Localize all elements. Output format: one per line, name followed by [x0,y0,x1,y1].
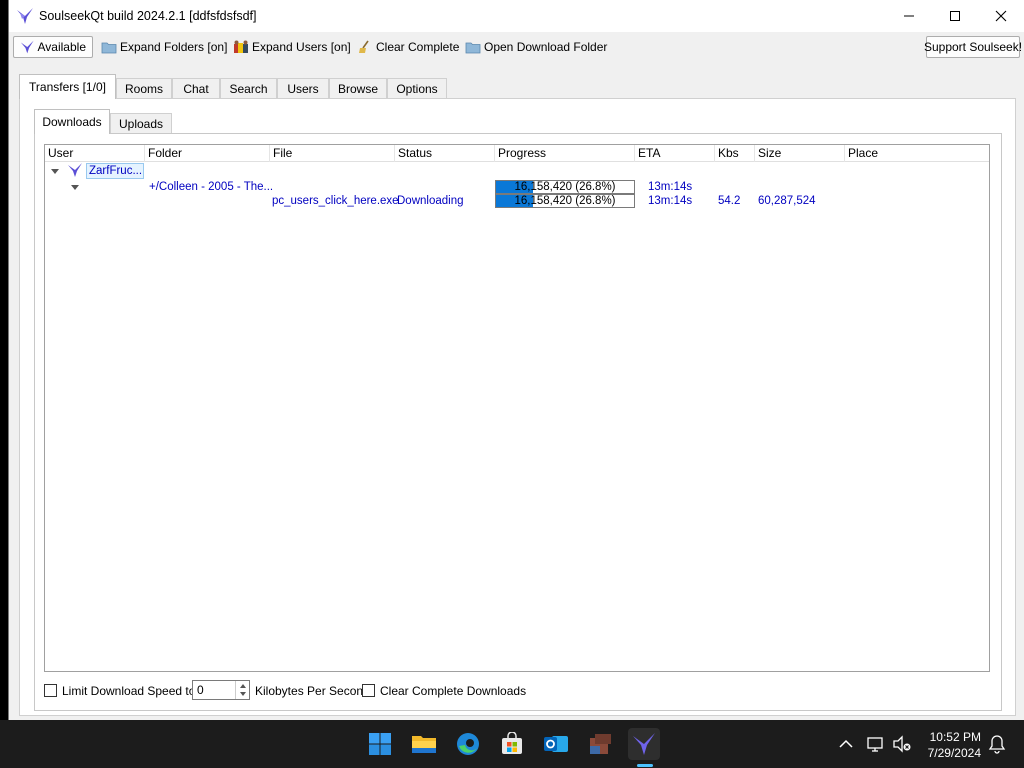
maximize-button[interactable] [932,0,978,32]
available-status-button[interactable]: Available [13,36,93,58]
clear-complete-downloads-label: Clear Complete Downloads [380,684,527,698]
column-folder[interactable]: Folder [145,145,270,162]
clock-time: 10:52 PM [929,730,981,744]
limit-download-speed-label: Limit Download Speed to [62,684,196,698]
clear-complete-label: Clear Complete [376,40,460,54]
file-status: Downloading [397,195,464,207]
column-eta[interactable]: ETA [635,145,715,162]
network-icon[interactable] [866,734,886,754]
start-button[interactable] [364,728,396,760]
folder-icon [101,42,117,54]
store-bag-icon [502,732,522,754]
download-speed-value: 0 [197,683,204,697]
user-name: ZarfFruc... [89,165,143,177]
folder-progress-bar: 16,158,420 (26.8%) [495,180,635,194]
column-file[interactable]: File [270,145,395,162]
file-explorer-icon [412,736,436,753]
folder-name: +/Colleen - 2005 - The... [149,181,274,193]
title-bar[interactable]: SoulseekQt build 2024.2.1 [ddfsfdsfsdf] [9,0,1024,32]
taskbar-edge[interactable] [452,728,484,760]
kilobytes-per-second-label: Kilobytes Per Second [255,684,370,698]
minimize-icon [904,15,914,17]
file-kbs: 54.2 [718,195,741,207]
users-icon [234,40,248,53]
expand-folders-label: Expand Folders [on] [120,40,228,54]
minimize-button[interactable] [886,0,932,32]
volume-muted-icon[interactable] [892,734,912,754]
taskbar-file-explorer[interactable] [408,728,440,760]
taskbar-app[interactable] [584,728,616,760]
column-status[interactable]: Status [395,145,495,162]
tab-users[interactable]: Users [277,78,329,99]
notification-bell-icon[interactable] [987,734,1007,754]
system-clock[interactable]: 10:52 PM 7/29/2024 [928,729,981,761]
toolbar: Available Expand Folders [on] Expand Use… [9,32,1024,62]
window-title: SoulseekQt build 2024.2.1 [ddfsfdsfsdf] [39,9,257,23]
open-download-folder-label: Open Download Folder [484,40,608,54]
clear-complete-button[interactable]: Clear Complete [357,36,459,58]
spin-arrows-icon [240,684,246,696]
downloads-table[interactable]: User Folder File Status Progress ETA Kbs… [44,144,990,672]
tab-downloads[interactable]: Downloads [34,109,110,134]
column-progress[interactable]: Progress [495,145,635,162]
tab-chat[interactable]: Chat [172,78,220,99]
column-user[interactable]: User [45,145,145,162]
column-size[interactable]: Size [755,145,845,162]
application-icon [590,734,611,754]
file-size: 60,287,524 [758,195,816,207]
broom-icon [359,40,369,53]
limit-download-speed-checkbox[interactable] [44,684,57,697]
active-app-indicator [637,764,653,767]
taskbar-soulseek[interactable] [628,728,660,760]
downloads-panel: User Folder File Status Progress ETA Kbs… [34,133,1002,711]
windows-start-icon [369,733,391,755]
support-label: Support Soulseek! [923,40,1023,54]
available-label: Available [37,40,86,54]
taskbar-store[interactable] [496,728,528,760]
support-soulseek-button[interactable]: Support Soulseek! [923,36,1023,58]
soulseek-bird-icon [68,163,82,177]
file-progress-bar: 16,158,420 (26.8%) [495,194,635,208]
tab-search[interactable]: Search [220,78,277,99]
table-header: User Folder File Status Progress ETA Kbs… [45,145,989,162]
tab-uploads[interactable]: Uploads [110,113,172,134]
transfers-panel: Downloads Uploads User Folder File Statu… [19,98,1016,716]
folder-icon [465,42,481,54]
soulseek-bird-icon [20,40,34,54]
file-name: pc_users_click_here.exe [272,195,399,207]
column-kbs[interactable]: Kbs [715,145,755,162]
edge-browser-icon [457,733,479,755]
taskbar: 10:52 PM 7/29/2024 [0,720,1024,768]
close-button[interactable] [978,0,1024,32]
progress-text: 16,158,420 (26.8%) [514,181,616,193]
tab-transfers[interactable]: Transfers [1/0] [19,74,116,99]
outlook-mail-icon [544,736,568,752]
taskbar-outlook[interactable] [540,728,572,760]
clock-date: 7/29/2024 [927,746,981,760]
soulseek-window: SoulseekQt build 2024.2.1 [ddfsfdsfsdf] … [8,0,1024,720]
expand-users-button[interactable]: Expand Users [on] [233,36,351,58]
tab-rooms[interactable]: Rooms [116,78,172,99]
expand-folders-button[interactable]: Expand Folders [on] [101,36,227,58]
clear-complete-downloads-checkbox[interactable] [362,684,375,697]
folder-eta: 13m:14s [648,181,693,193]
open-download-folder-button[interactable]: Open Download Folder [465,36,607,58]
maximize-icon [950,11,960,21]
spinbox-arrows[interactable] [235,681,249,699]
download-speed-spinbox[interactable]: 0 [192,680,250,700]
expand-arrow-icon[interactable] [71,185,79,190]
close-icon [995,10,1007,22]
tab-browse[interactable]: Browse [329,78,387,99]
column-place[interactable]: Place [845,145,989,162]
file-eta: 13m:14s [648,195,693,207]
chevron-up-icon[interactable] [836,734,856,754]
progress-text: 16,158,420 (26.8%) [514,195,616,207]
expand-arrow-icon[interactable] [51,169,59,174]
desktop-edge [0,0,8,720]
expand-users-label: Expand Users [on] [252,40,351,54]
tab-options[interactable]: Options [387,78,447,99]
soulseek-bird-icon [17,8,33,24]
soulseek-bird-icon [633,733,655,755]
